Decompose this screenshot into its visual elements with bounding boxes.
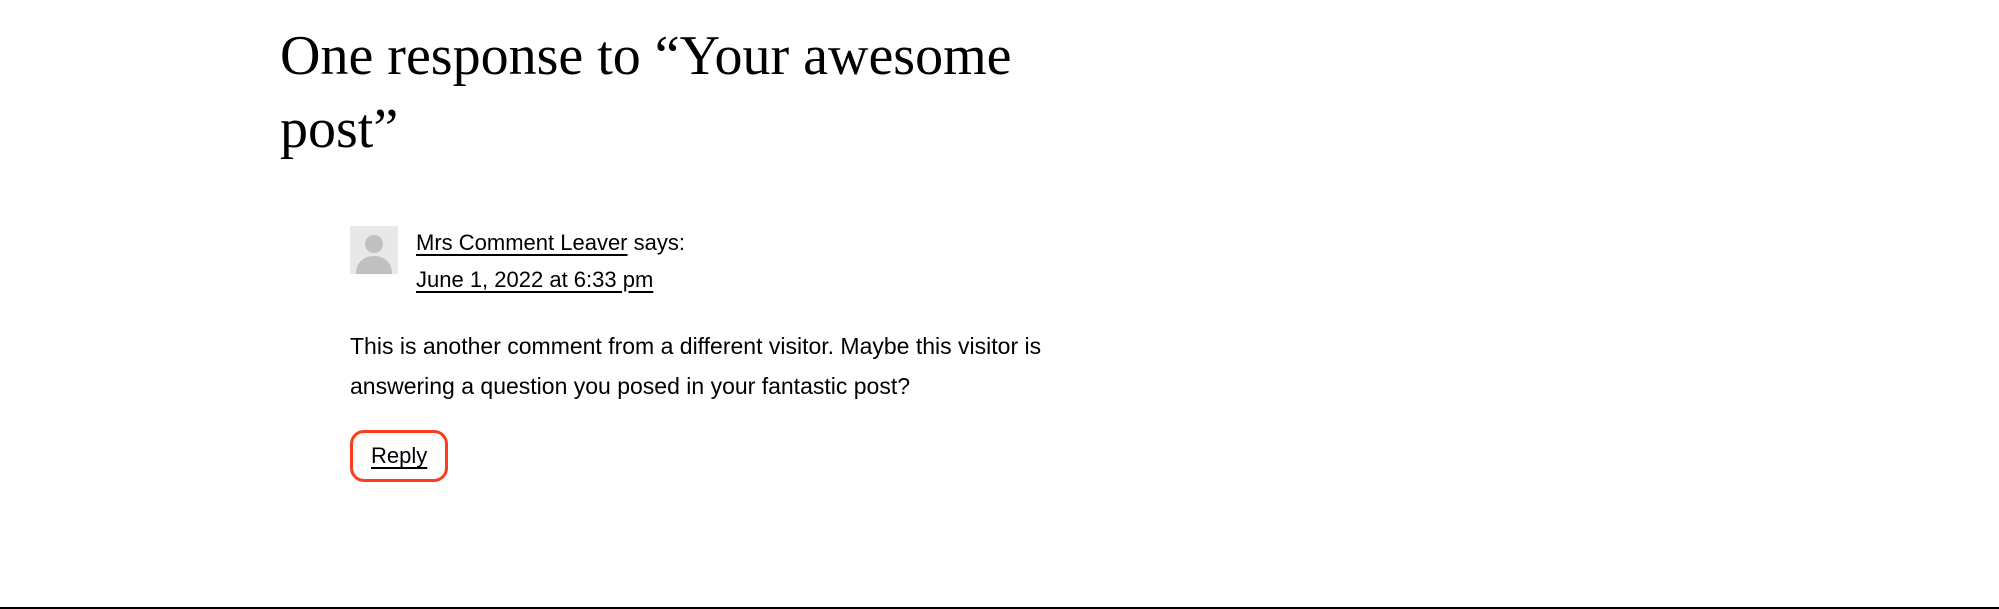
comment-meta: Mrs Comment Leaver says: June 1, 2022 at… [350, 226, 1100, 296]
comment: Mrs Comment Leaver says: June 1, 2022 at… [280, 226, 1100, 483]
avatar [350, 226, 398, 274]
person-icon [350, 226, 398, 274]
comment-date-link[interactable]: June 1, 2022 at 6:33 pm [416, 263, 653, 296]
comment-author-link[interactable]: Mrs Comment Leaver [416, 230, 628, 255]
says-label: says: [628, 230, 685, 255]
comments-heading: One response to “Your awesome post” [280, 20, 1100, 166]
reply-highlight: Reply [350, 430, 448, 482]
comments-section: One response to “Your awesome post” Mrs … [0, 0, 1100, 482]
comment-body: This is another comment from a different… [350, 326, 1070, 407]
comment-meta-text: Mrs Comment Leaver says: June 1, 2022 at… [416, 226, 685, 296]
reply-link[interactable]: Reply [371, 443, 427, 468]
